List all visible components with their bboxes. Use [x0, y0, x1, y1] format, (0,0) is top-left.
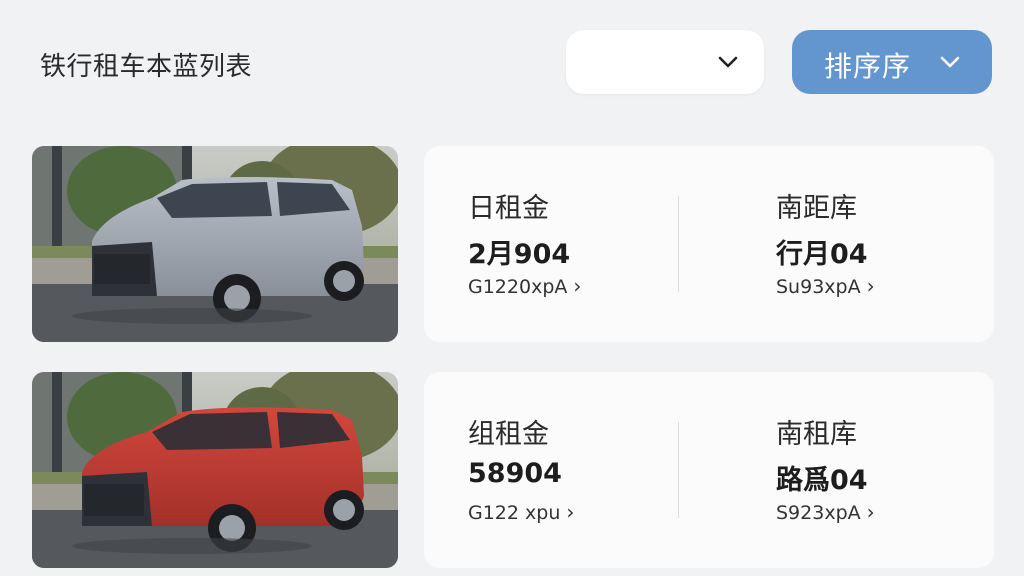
column-value: 58904 [468, 458, 562, 489]
detail-link[interactable]: G122 xpu › [468, 500, 574, 524]
divider [678, 196, 679, 292]
page-title: 铁行租车本蓝列表 [40, 52, 253, 82]
column-label: 南租库 [776, 419, 857, 450]
detail-link[interactable]: Su93xpA › [776, 274, 875, 298]
detail-link-text: Su93xpA [776, 276, 861, 298]
detail-link[interactable]: G1220xpA › [468, 274, 581, 298]
car-photo[interactable] [32, 372, 398, 568]
detail-link-text: S923xpA [776, 502, 861, 524]
chevron-right-icon: › [866, 274, 875, 298]
divider [678, 422, 679, 518]
chevron-down-icon [940, 56, 960, 68]
filter-dropdown[interactable] [566, 30, 764, 94]
column-label: 日租金 [468, 193, 549, 224]
chevron-right-icon: › [573, 274, 582, 298]
detail-link[interactable]: S923xpA › [776, 500, 875, 524]
detail-link-text: G1220xpA [468, 276, 568, 298]
column-label: 南距库 [776, 193, 857, 224]
chevron-down-icon [718, 56, 738, 68]
price-info-card: 日租金 2月904 G1220xpA › 南距库 行月04 Su93xpA › [424, 146, 994, 342]
header: 铁行租车本蓝列表 排序序 [0, 0, 1024, 120]
car-listing: 组租金 58904 G122 xpu › 南租库 路爲04 S923xpA › [0, 372, 1024, 568]
chevron-right-icon: › [866, 500, 875, 524]
car-photo[interactable] [32, 146, 398, 342]
column-value: 行月04 [776, 239, 868, 270]
column-value: 路爲04 [776, 465, 868, 496]
column-value: 2月904 [468, 239, 571, 270]
detail-link-text: G122 xpu [468, 502, 561, 524]
column-label: 组租金 [468, 419, 549, 450]
sort-label: 排序序 [824, 50, 912, 83]
chevron-right-icon: › [566, 500, 575, 524]
sort-button[interactable]: 排序序 [792, 30, 992, 94]
price-info-card: 组租金 58904 G122 xpu › 南租库 路爲04 S923xpA › [424, 372, 994, 568]
car-listing: 日租金 2月904 G1220xpA › 南距库 行月04 Su93xpA › [0, 146, 1024, 342]
